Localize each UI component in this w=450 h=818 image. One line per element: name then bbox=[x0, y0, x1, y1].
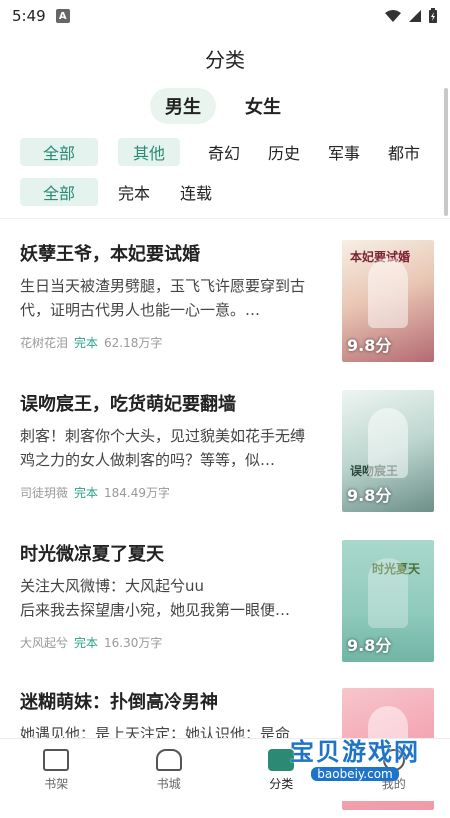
genre-military-chip[interactable]: 军事 bbox=[322, 138, 366, 166]
divider bbox=[0, 218, 450, 219]
bottom-tab-bar: 书架 书城 分类 我的 bbox=[0, 738, 450, 801]
book-title: 误吻宸王，吃货萌妃要翻墙 bbox=[20, 390, 330, 416]
status-all-chip[interactable]: 全部 bbox=[20, 178, 98, 206]
scrollbar[interactable] bbox=[444, 88, 448, 216]
tab-bookstore[interactable]: 书城 bbox=[113, 739, 226, 801]
book-status: 完本 bbox=[74, 484, 98, 501]
tab-profile[interactable]: 我的 bbox=[338, 739, 450, 801]
tab-bookshelf[interactable]: 书架 bbox=[0, 739, 113, 801]
book-author: 大风起兮 bbox=[20, 634, 68, 651]
cover-figure bbox=[368, 558, 408, 628]
battery-icon bbox=[428, 8, 438, 24]
book-cover[interactable]: 本妃要试婚 9.8分 bbox=[342, 240, 434, 362]
wifi-icon bbox=[384, 9, 402, 23]
book-title: 妖孽王爷，本妃要试婚 bbox=[20, 240, 330, 266]
book-status: 完本 bbox=[74, 634, 98, 651]
tab-bookstore-label: 书城 bbox=[157, 775, 181, 792]
category-icon bbox=[268, 749, 294, 771]
book-cover[interactable]: 时光夏天 9.8分 bbox=[342, 540, 434, 662]
tab-bookshelf-label: 书架 bbox=[44, 775, 68, 792]
book-words: 62.18万字 bbox=[104, 334, 162, 351]
book-words: 16.30万字 bbox=[104, 634, 162, 651]
tab-female[interactable]: 女生 bbox=[230, 88, 296, 124]
status-bar: 5:49 A bbox=[0, 0, 450, 32]
book-status: 完本 bbox=[74, 334, 98, 351]
book-desc: 刺客！刺客你个大头，见过貌美如花手无缚鸡之力的女人做刺客的吗？等等，似… bbox=[20, 424, 318, 472]
tab-male[interactable]: 男生 bbox=[150, 88, 216, 124]
genre-all-chip[interactable]: 全部 bbox=[20, 138, 98, 166]
book-title: 时光微凉夏了夏天 bbox=[20, 540, 330, 566]
book-desc: 生日当天被渣男劈腿，玉飞飞许愿要穿到古代，证明古代男人也能一心一意。… bbox=[20, 274, 318, 322]
cover-figure bbox=[368, 258, 408, 328]
book-meta: 大风起兮 完本 16.30万字 bbox=[20, 634, 162, 651]
book-item[interactable]: 误吻宸王，吃货萌妃要翻墙 刺客！刺客你个大头，见过貌美如花手无缚鸡之力的女人做刺… bbox=[20, 390, 440, 520]
book-score: 9.8分 bbox=[347, 482, 391, 506]
status-ongoing-chip[interactable]: 连载 bbox=[174, 178, 218, 206]
genre-other-chip[interactable]: 其他 bbox=[118, 138, 180, 166]
book-score: 9.8分 bbox=[347, 632, 391, 656]
profile-icon bbox=[383, 749, 405, 771]
book-meta: 花树花泪 完本 62.18万字 bbox=[20, 334, 162, 351]
tab-category[interactable]: 分类 bbox=[225, 739, 338, 801]
book-desc: 关注大风微博：大风起兮uu 后来我去探望唐小宛，她见我第一眼便… bbox=[20, 574, 318, 622]
book-item[interactable]: 妖孽王爷，本妃要试婚 生日当天被渣男劈腿，玉飞飞许愿要穿到古代，证明古代男人也能… bbox=[20, 240, 440, 370]
genre-filter-row: 全部 其他 奇幻 历史 军事 都市 bbox=[20, 138, 426, 166]
book-title: 迷糊萌妹：扑倒高冷男神 bbox=[20, 688, 330, 714]
book-cover[interactable]: 误吻宸王 9.8分 bbox=[342, 390, 434, 512]
store-icon bbox=[156, 749, 182, 771]
genre-history-chip[interactable]: 历史 bbox=[262, 138, 306, 166]
cover-figure bbox=[368, 408, 408, 478]
genre-urban-chip[interactable]: 都市 bbox=[382, 138, 426, 166]
status-time: 5:49 bbox=[12, 7, 46, 25]
gender-tabs: 男生 女生 bbox=[150, 88, 296, 124]
book-item[interactable]: 时光微凉夏了夏天 关注大风微博：大风起兮uu 后来我去探望唐小宛，她见我第一眼便… bbox=[20, 540, 440, 670]
status-filter-row: 全部 完本 连载 bbox=[20, 178, 218, 206]
notification-icon: A bbox=[56, 9, 70, 23]
book-words: 184.49万字 bbox=[104, 484, 170, 501]
tab-profile-label: 我的 bbox=[382, 775, 406, 792]
book-author: 花树花泪 bbox=[20, 334, 68, 351]
signal-icon bbox=[408, 9, 422, 23]
page-title: 分类 bbox=[0, 44, 450, 73]
genre-fantasy-chip[interactable]: 奇幻 bbox=[202, 138, 246, 166]
tab-category-label: 分类 bbox=[269, 775, 293, 792]
status-finished-chip[interactable]: 完本 bbox=[112, 178, 156, 206]
book-author: 司徒玥薇 bbox=[20, 484, 68, 501]
bookshelf-icon bbox=[43, 749, 69, 771]
book-meta: 司徒玥薇 完本 184.49万字 bbox=[20, 484, 170, 501]
book-score: 9.8分 bbox=[347, 332, 391, 356]
